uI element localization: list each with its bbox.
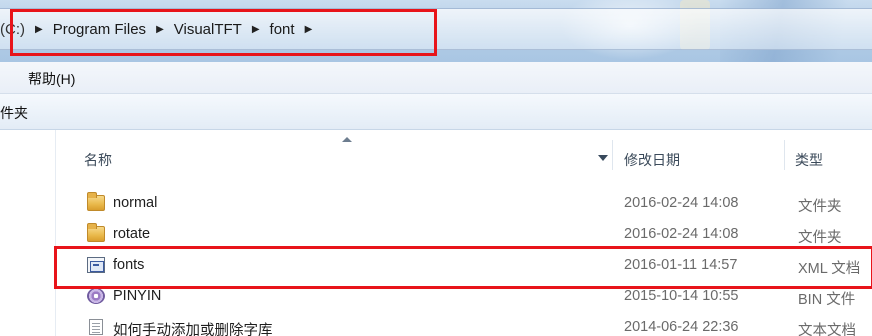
file-type: BIN 文件 <box>798 292 856 308</box>
bin-file-icon <box>87 288 105 304</box>
column-dropdown-icon[interactable] <box>598 155 608 161</box>
menu-bar: 帮助(H) <box>0 62 872 94</box>
file-row-normal[interactable]: normal 2016-02-24 14:08 文件夹 <box>56 188 872 219</box>
column-divider[interactable] <box>784 140 785 170</box>
sort-ascending-icon <box>342 137 352 142</box>
file-date: 2014-06-24 22:36 <box>624 319 739 335</box>
file-type: 文件夹 <box>798 230 842 246</box>
file-name[interactable]: rotate <box>113 226 150 242</box>
column-header-row: 名称 修改日期 类型 <box>56 130 872 178</box>
file-name[interactable]: PINYIN <box>113 288 161 304</box>
column-header-date[interactable]: 修改日期 <box>624 150 680 170</box>
column-header-type[interactable]: 类型 <box>795 150 823 170</box>
column-divider[interactable] <box>612 140 613 170</box>
selected-row-highlight-box <box>54 246 872 289</box>
new-folder-button[interactable]: 件夹 <box>0 103 28 123</box>
file-date: 2016-02-24 14:08 <box>624 195 739 211</box>
file-row-readme[interactable]: 如何手动添加或删除字库 2014-06-24 22:36 文本文档 <box>56 312 872 336</box>
file-date: 2015-10-14 10:55 <box>624 288 739 304</box>
file-type: 文本文档 <box>798 323 856 336</box>
column-header-name[interactable]: 名称 <box>84 150 112 170</box>
file-date: 2016-02-24 14:08 <box>624 226 739 242</box>
folder-icon <box>87 192 105 211</box>
menu-help[interactable]: 帮助(H) <box>28 69 75 89</box>
navigation-pane <box>0 130 56 336</box>
command-toolbar: 件夹 <box>0 94 872 130</box>
file-list-pane: 名称 修改日期 类型 normal 2016-02-24 14:08 文件夹 r… <box>0 130 872 336</box>
address-highlight-box <box>10 9 437 56</box>
file-type: 文件夹 <box>798 199 842 215</box>
file-name[interactable]: 如何手动添加或删除字库 <box>113 319 273 336</box>
text-file-icon <box>89 319 103 335</box>
window-titlebar: (C:) ▶ Program Files ▶ VisualTFT ▶ font … <box>0 0 872 62</box>
folder-icon <box>87 223 105 242</box>
file-name[interactable]: normal <box>113 195 157 211</box>
